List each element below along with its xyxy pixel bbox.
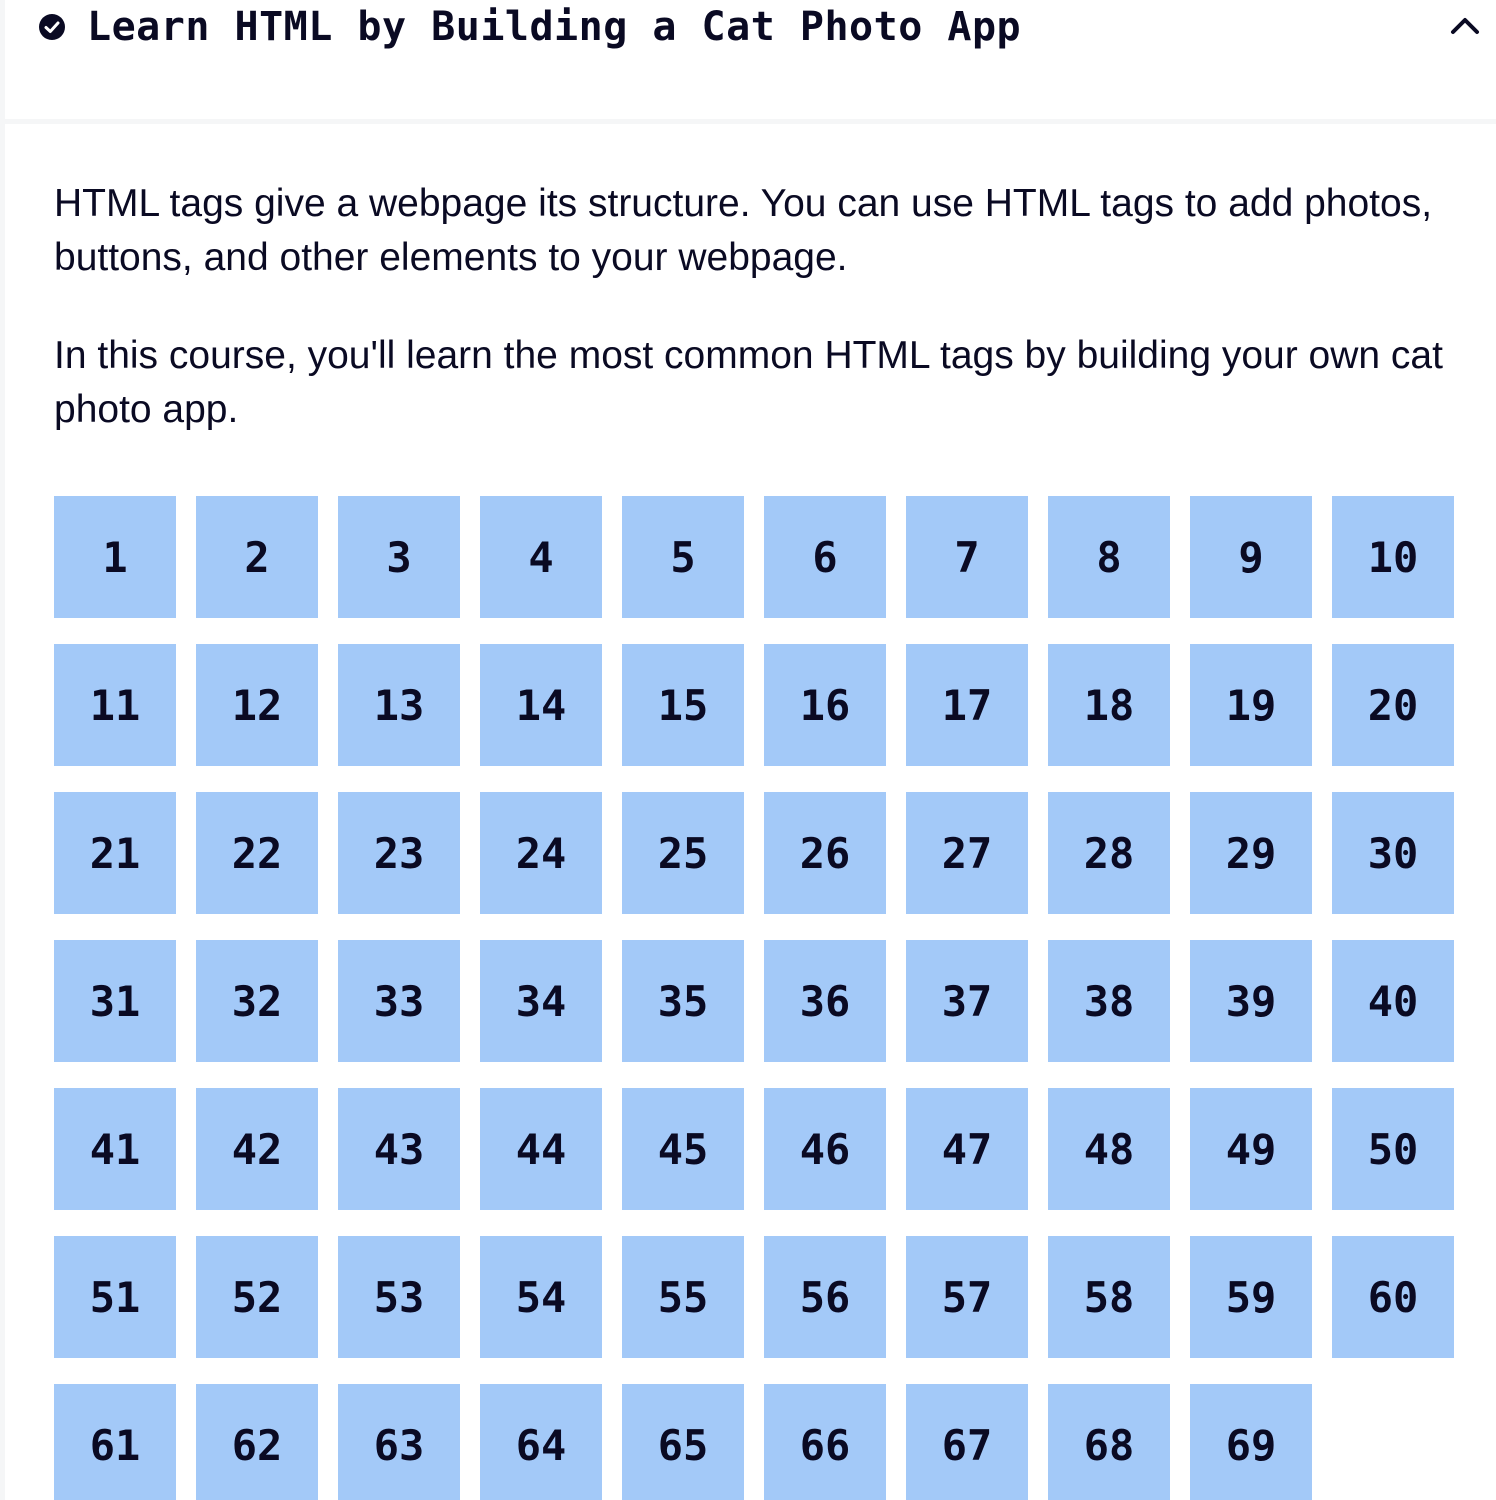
step-button[interactable]: 40 <box>1332 940 1454 1062</box>
check-circle-icon <box>39 14 65 40</box>
step-button[interactable]: 1 <box>54 496 176 618</box>
step-button[interactable]: 19 <box>1190 644 1312 766</box>
step-button[interactable]: 65 <box>622 1384 744 1500</box>
course-title: Learn HTML by Building a Cat Photo App <box>87 4 1022 50</box>
step-button[interactable]: 42 <box>196 1088 318 1210</box>
step-button[interactable]: 41 <box>54 1088 176 1210</box>
step-button[interactable]: 12 <box>196 644 318 766</box>
step-button[interactable]: 43 <box>338 1088 460 1210</box>
step-button[interactable]: 36 <box>764 940 886 1062</box>
step-button[interactable]: 23 <box>338 792 460 914</box>
step-button[interactable]: 2 <box>196 496 318 618</box>
step-button[interactable]: 30 <box>1332 792 1454 914</box>
step-button[interactable]: 33 <box>338 940 460 1062</box>
step-button[interactable]: 51 <box>54 1236 176 1358</box>
step-button[interactable]: 59 <box>1190 1236 1312 1358</box>
step-button[interactable]: 13 <box>338 644 460 766</box>
step-button[interactable]: 37 <box>906 940 1028 1062</box>
step-button[interactable]: 5 <box>622 496 744 618</box>
step-button[interactable]: 50 <box>1332 1088 1454 1210</box>
step-button[interactable]: 45 <box>622 1088 744 1210</box>
step-button[interactable]: 15 <box>622 644 744 766</box>
step-button[interactable]: 10 <box>1332 496 1454 618</box>
step-button[interactable]: 61 <box>54 1384 176 1500</box>
step-button[interactable]: 31 <box>54 940 176 1062</box>
intro-paragraph-2: In this course, you'll learn the most co… <box>54 334 1443 431</box>
step-button[interactable]: 48 <box>1048 1088 1170 1210</box>
step-button[interactable]: 9 <box>1190 496 1312 618</box>
step-button[interactable]: 47 <box>906 1088 1028 1210</box>
step-button[interactable]: 49 <box>1190 1088 1312 1210</box>
step-button[interactable]: 44 <box>480 1088 602 1210</box>
step-button[interactable]: 16 <box>764 644 886 766</box>
step-button[interactable]: 66 <box>764 1384 886 1500</box>
step-button[interactable]: 6 <box>764 496 886 618</box>
step-grid: 1 2 3 4 5 6 7 8 9 10 11 12 13 14 15 16 17 18 19 20 21 22 23 24 2… <box>54 496 1456 1500</box>
step-button[interactable]: 46 <box>764 1088 886 1210</box>
step-button[interactable]: 34 <box>480 940 602 1062</box>
step-button[interactable]: 7 <box>906 496 1028 618</box>
step-button[interactable]: 28 <box>1048 792 1170 914</box>
caret-up-icon[interactable] <box>1449 14 1481 38</box>
step-button[interactable]: 62 <box>196 1384 318 1500</box>
step-button[interactable]: 26 <box>764 792 886 914</box>
step-button[interactable]: 35 <box>622 940 744 1062</box>
step-button[interactable]: 69 <box>1190 1384 1312 1500</box>
step-button[interactable]: 67 <box>906 1384 1028 1500</box>
step-button[interactable]: 57 <box>906 1236 1028 1358</box>
step-button[interactable]: 56 <box>764 1236 886 1358</box>
step-button[interactable]: 29 <box>1190 792 1312 914</box>
step-button[interactable]: 18 <box>1048 644 1170 766</box>
step-button[interactable]: 60 <box>1332 1236 1454 1358</box>
step-button[interactable]: 32 <box>196 940 318 1062</box>
step-button[interactable]: 53 <box>338 1236 460 1358</box>
step-button[interactable]: 27 <box>906 792 1028 914</box>
step-button[interactable]: 17 <box>906 644 1028 766</box>
step-button[interactable]: 22 <box>196 792 318 914</box>
step-button[interactable]: 21 <box>54 792 176 914</box>
step-button[interactable]: 55 <box>622 1236 744 1358</box>
step-button[interactable]: 38 <box>1048 940 1170 1062</box>
intro-paragraph-1: HTML tags give a webpage its structure. … <box>54 182 1433 279</box>
step-button[interactable]: 58 <box>1048 1236 1170 1358</box>
course-page: Learn HTML by Building a Cat Photo App H… <box>0 0 1496 1500</box>
step-button[interactable]: 25 <box>622 792 744 914</box>
step-button[interactable]: 24 <box>480 792 602 914</box>
step-button[interactable]: 52 <box>196 1236 318 1358</box>
step-button[interactable]: 11 <box>54 644 176 766</box>
step-button[interactable]: 64 <box>480 1384 602 1500</box>
step-button[interactable]: 68 <box>1048 1384 1170 1500</box>
step-button[interactable]: 63 <box>338 1384 460 1500</box>
step-button[interactable]: 3 <box>338 496 460 618</box>
step-button[interactable]: 14 <box>480 644 602 766</box>
step-button[interactable]: 20 <box>1332 644 1454 766</box>
course-header[interactable]: Learn HTML by Building a Cat Photo App <box>0 0 1496 124</box>
step-button[interactable]: 8 <box>1048 496 1170 618</box>
step-button[interactable]: 54 <box>480 1236 602 1358</box>
step-button[interactable]: 4 <box>480 496 602 618</box>
step-button[interactable]: 39 <box>1190 940 1312 1062</box>
